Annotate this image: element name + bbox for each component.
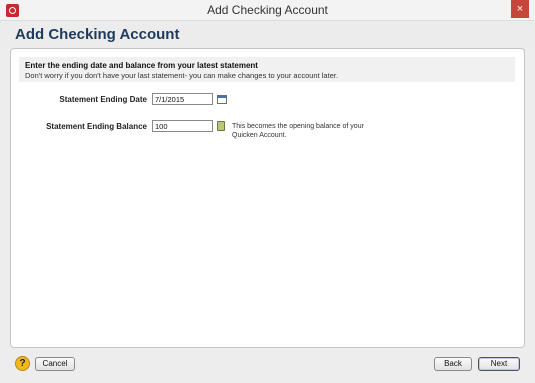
window-title: Add Checking Account	[207, 3, 328, 17]
calendar-icon[interactable]	[217, 95, 227, 104]
instruction-heading: Enter the ending date and balance from y…	[25, 61, 258, 70]
ending-balance-input[interactable]	[152, 120, 213, 132]
ending-date-input[interactable]	[152, 93, 213, 105]
cancel-button[interactable]: Cancel	[35, 357, 75, 371]
content-panel	[10, 48, 525, 348]
opening-balance-hint: This becomes the opening balance of your…	[232, 123, 364, 139]
close-button[interactable]: ×	[511, 0, 529, 18]
window-titlebar: Add Checking Account ×	[0, 0, 535, 21]
page-title: Add Checking Account	[15, 26, 180, 43]
ending-balance-label: Statement Ending Balance	[46, 122, 147, 131]
ending-date-label: Statement Ending Date	[59, 95, 147, 104]
back-button[interactable]: Back	[434, 357, 472, 371]
instruction-subtext: Don't worry if you don't have your last …	[25, 71, 339, 80]
help-button[interactable]: ?	[15, 356, 30, 371]
next-button[interactable]: Next	[478, 357, 520, 371]
calculator-icon[interactable]	[217, 121, 225, 131]
